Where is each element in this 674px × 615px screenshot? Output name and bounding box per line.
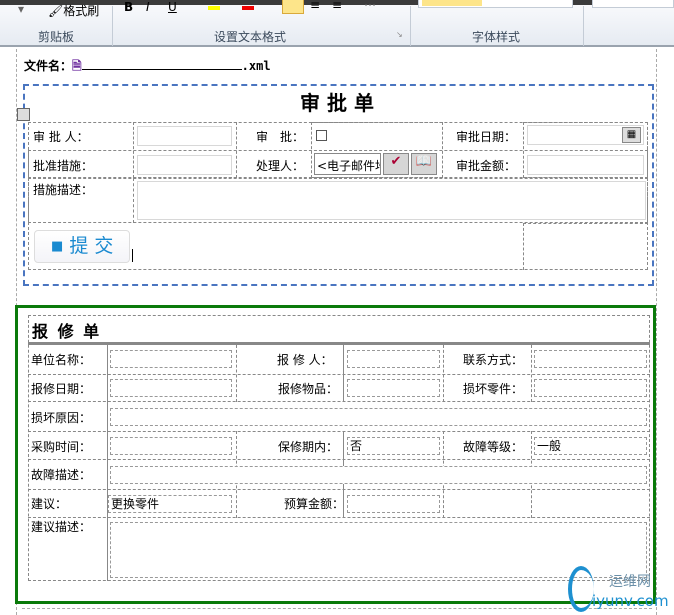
- unit-input[interactable]: [110, 350, 232, 368]
- highlight-color-icon[interactable]: [208, 6, 220, 10]
- brush-icon: 🖌: [48, 4, 64, 18]
- reporter-input[interactable]: [347, 350, 440, 368]
- fault-desc-input[interactable]: [110, 466, 647, 484]
- measure-desc-input[interactable]: [137, 181, 646, 220]
- contact-input[interactable]: [534, 350, 647, 368]
- suggest-desc-input[interactable]: [110, 522, 647, 578]
- watermark-logo: [568, 566, 594, 612]
- submit-button[interactable]: ■ 提 交: [34, 230, 130, 263]
- dialog-launcher-icon[interactable]: ↘: [396, 30, 403, 39]
- page-margin-right: [656, 49, 657, 615]
- repair-title: 报 修 单: [32, 322, 102, 341]
- approval-title: 审 批 单: [300, 91, 374, 115]
- approver-input[interactable]: [137, 126, 232, 146]
- more-icon[interactable]: ⋯: [364, 0, 376, 12]
- handler-input[interactable]: <电子邮件地址>: [314, 153, 381, 175]
- ribbon: ▾ 🖌格式刷 B I U ≡ ≡ ⋯ 剪贴板 设置文本格式 ↘ 字体样式: [0, 0, 674, 47]
- xml-file-icon[interactable]: 🗎: [72, 59, 82, 73]
- amount-input[interactable]: [527, 155, 644, 175]
- file-name-input[interactable]: [81, 58, 242, 70]
- align-left-button[interactable]: [282, 0, 304, 14]
- text-cursor: [132, 249, 133, 262]
- style-gallery-2[interactable]: [592, 0, 674, 8]
- purchase-time-input[interactable]: [110, 437, 232, 455]
- bold-button[interactable]: B: [124, 0, 133, 14]
- check-names-icon[interactable]: ✔: [383, 153, 409, 175]
- group-label-font-style: 字体样式: [472, 30, 521, 44]
- align-center-button[interactable]: ≡: [310, 0, 320, 12]
- file-name-row: 文件名：🗎 .xml: [24, 58, 271, 73]
- italic-button[interactable]: I: [146, 0, 150, 14]
- warranty-input[interactable]: 否: [347, 437, 440, 455]
- watermark-cn: 运维网: [609, 574, 651, 590]
- next-table-border: [22, 608, 652, 609]
- grid-icon: ■: [51, 239, 64, 254]
- style-gallery[interactable]: [418, 0, 573, 8]
- underline-button[interactable]: U: [168, 0, 177, 14]
- approve-checkbox[interactable]: [316, 130, 327, 141]
- address-book-icon[interactable]: 📖: [411, 153, 437, 175]
- group-label-clipboard: 剪贴板: [38, 30, 75, 44]
- format-painter-button[interactable]: 🖌格式刷: [48, 2, 99, 19]
- budget-input[interactable]: [347, 495, 440, 513]
- suggest-input[interactable]: 更换零件: [108, 495, 232, 513]
- broken-part-input[interactable]: [534, 379, 647, 397]
- group-label-text-format: 设置文本格式: [214, 30, 287, 44]
- align-right-button[interactable]: ≡: [332, 0, 342, 12]
- reason-input[interactable]: [110, 408, 647, 426]
- paste-dropdown-arrow[interactable]: ▾: [18, 2, 24, 16]
- date-input[interactable]: [110, 379, 232, 397]
- item-input[interactable]: [347, 379, 440, 397]
- calendar-icon[interactable]: ▦: [622, 127, 641, 143]
- level-input[interactable]: 一般: [534, 437, 647, 455]
- measures-input[interactable]: [137, 155, 232, 175]
- watermark-en: iyunv.com: [592, 592, 669, 610]
- font-color-icon[interactable]: [242, 6, 254, 10]
